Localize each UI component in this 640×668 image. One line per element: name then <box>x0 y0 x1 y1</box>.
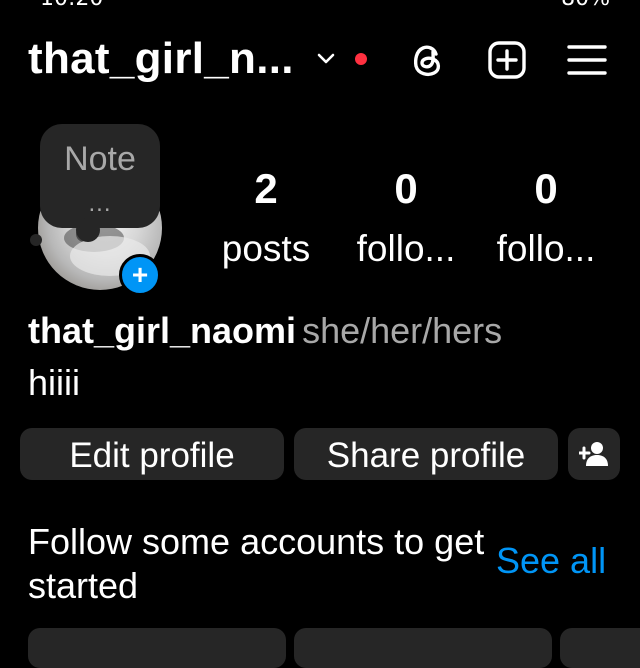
profile-name-line: that_girl_naomi she/her/hers <box>28 310 502 352</box>
discover-people-button[interactable] <box>568 428 620 480</box>
note-placeholder: Note <box>64 140 136 178</box>
status-bar: 10:20 80% <box>0 0 640 11</box>
posts-count: 2 <box>254 165 278 212</box>
following-label: follo... <box>496 228 596 269</box>
following-count: 0 <box>534 165 558 212</box>
pronouns: she/her/hers <box>302 310 503 351</box>
see-all-link[interactable]: See all <box>496 540 606 582</box>
stat-followers[interactable]: 0 follo... <box>341 163 471 275</box>
status-time: 10:20 <box>40 0 103 11</box>
note-bubble-tail <box>30 234 42 246</box>
edit-profile-button[interactable]: Edit profile <box>20 428 284 480</box>
followers-count: 0 <box>394 165 418 212</box>
plus-icon: + <box>131 259 149 290</box>
suggestion-card[interactable] <box>560 628 640 668</box>
profile-bio: hiiii <box>28 362 81 403</box>
suggestion-card[interactable] <box>28 628 286 668</box>
note-ellipsis: ... <box>88 190 112 217</box>
followers-label: follo... <box>356 228 456 269</box>
add-post-icon[interactable] <box>485 38 529 82</box>
add-person-icon <box>579 442 608 466</box>
stat-posts[interactable]: 2 posts <box>201 163 331 275</box>
display-name: that_girl_naomi <box>28 310 297 351</box>
note-bubble[interactable]: Note ... <box>40 124 160 242</box>
battery-level: 80% <box>561 0 610 11</box>
suggestions-heading: Follow some accounts to get started <box>28 521 485 606</box>
share-profile-button[interactable]: Share profile <box>294 428 558 480</box>
add-story-button[interactable]: + <box>119 254 161 296</box>
suggestion-card[interactable] <box>294 628 552 668</box>
menu-icon[interactable] <box>565 38 609 82</box>
posts-label: posts <box>221 228 311 269</box>
notification-dot <box>355 53 367 65</box>
stat-following[interactable]: 0 follo... <box>481 163 611 275</box>
chevron-down-icon[interactable] <box>316 52 336 66</box>
profile-username-title[interactable]: that_girl_n... <box>28 34 294 84</box>
threads-icon[interactable] <box>406 38 450 82</box>
